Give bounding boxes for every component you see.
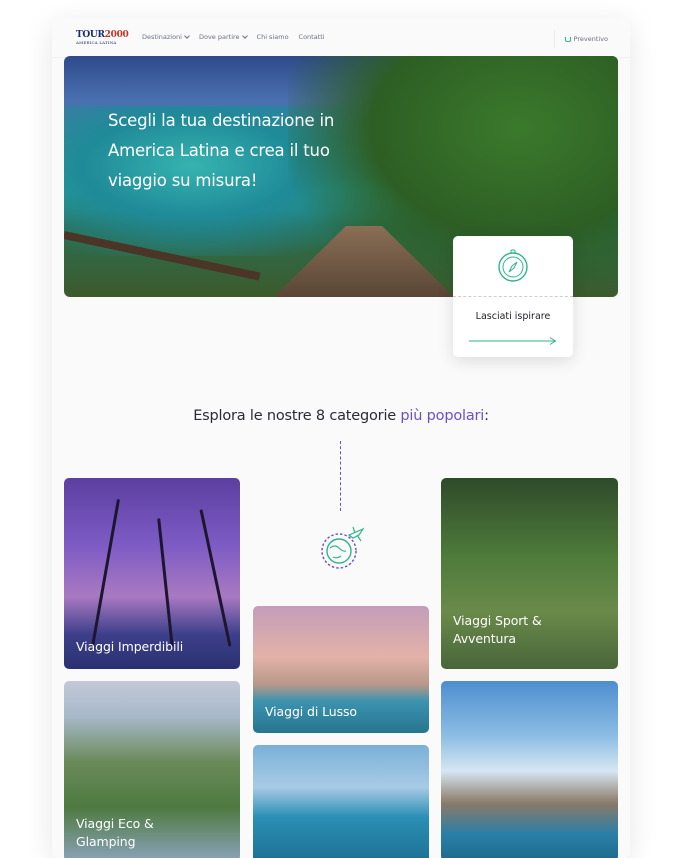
main-menu: Destinazioni Dove partire Chi siamo Cont… [142, 33, 325, 41]
chevron-down-icon [241, 33, 248, 39]
categories-heading: Esplora le nostre 8 categorie più popola… [193, 408, 489, 424]
nav-item-dove-partire[interactable]: Dove partire [199, 33, 248, 41]
palm-silhouette [90, 498, 121, 648]
compass-icon [498, 249, 528, 282]
category-title: Viaggi Sport & Avventura [453, 613, 542, 646]
category-card-imperdibili[interactable]: Viaggi Imperdibili [64, 478, 240, 669]
logo-tagline: AMERICA LATINA [76, 40, 117, 45]
inspire-divider [453, 296, 573, 297]
cart-icon [564, 36, 571, 42]
page-frame: TOUR2000 AMERICA LATINA Destinazioni Dov… [52, 18, 630, 858]
hero-title: Scegli la tua destinazione in America La… [108, 111, 335, 190]
category-title: Viaggi Imperdibili [76, 639, 184, 654]
category-card-eco-glamping[interactable]: Viaggi Eco & Glamping [64, 681, 240, 858]
logo[interactable]: TOUR2000 AMERICA LATINA [76, 30, 129, 46]
inspire-card[interactable]: Lasciati ispirare [453, 236, 573, 357]
palm-silhouette [199, 509, 232, 647]
category-card[interactable] [441, 681, 618, 858]
chevron-down-icon [184, 33, 190, 39]
category-card-sport-avventura[interactable]: Viaggi Sport & Avventura [441, 478, 618, 669]
quote-button[interactable]: Preventivo [553, 30, 608, 48]
category-card[interactable] [253, 745, 429, 858]
top-nav: TOUR2000 AMERICA LATINA Destinazioni Dov… [52, 18, 630, 58]
logo-wordmark: TOUR2000 [76, 30, 129, 40]
nav-item-destinazioni[interactable]: Destinazioni [142, 33, 190, 41]
globe-plane-icon [321, 526, 365, 569]
palm-silhouette [157, 518, 174, 648]
arrow-right-icon [469, 337, 557, 345]
quote-label: Preventivo [573, 35, 608, 43]
dashed-connector [340, 441, 341, 511]
nav-item-contatti[interactable]: Contatti [299, 33, 325, 41]
nav-item-chi-siamo[interactable]: Chi siamo [257, 33, 289, 41]
category-card-lusso[interactable]: Viaggi di Lusso [253, 606, 429, 733]
inspire-label: Lasciati ispirare [475, 311, 551, 322]
category-title: Viaggi di Lusso [265, 704, 357, 719]
